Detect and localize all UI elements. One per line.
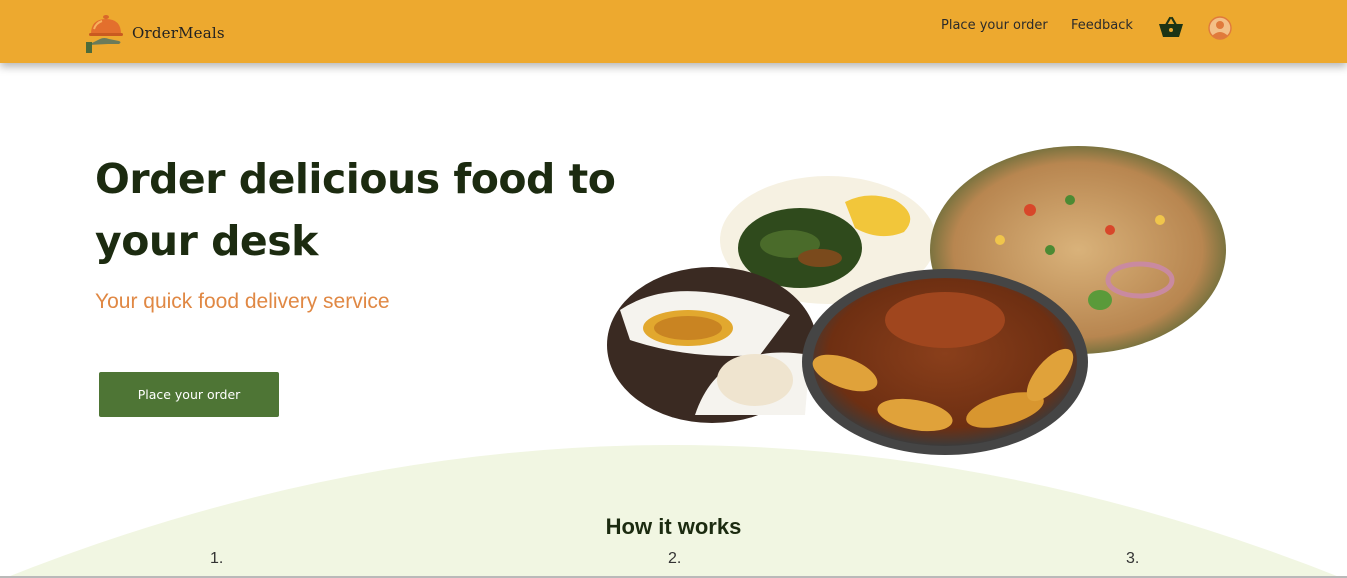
place-order-button[interactable]: Place your order (99, 372, 279, 417)
serving-cloche-icon (86, 15, 123, 53)
step-number: 1. (210, 550, 224, 567)
egusi-fufu-plate (607, 267, 817, 423)
navbar: OrderMeals Place your order Feedback (0, 0, 1347, 63)
hero-subtitle: Your quick food delivery service (95, 290, 390, 313)
user-avatar-icon[interactable] (1208, 16, 1232, 40)
food-collage-image (607, 146, 1226, 455)
brand-name: OrderMeals (132, 24, 225, 42)
how-it-works-title: How it works (605, 514, 742, 539)
basket-icon[interactable] (1158, 15, 1184, 39)
jollof-rice-plantain-plate (802, 269, 1088, 455)
nav-feedback-link[interactable]: Feedback (1071, 18, 1133, 33)
step-number: 2. (668, 550, 682, 567)
brand-home-link[interactable]: OrderMeals (86, 12, 225, 54)
step-number: 3. (1126, 550, 1140, 567)
nav-place-order-link[interactable]: Place your order (941, 18, 1048, 33)
